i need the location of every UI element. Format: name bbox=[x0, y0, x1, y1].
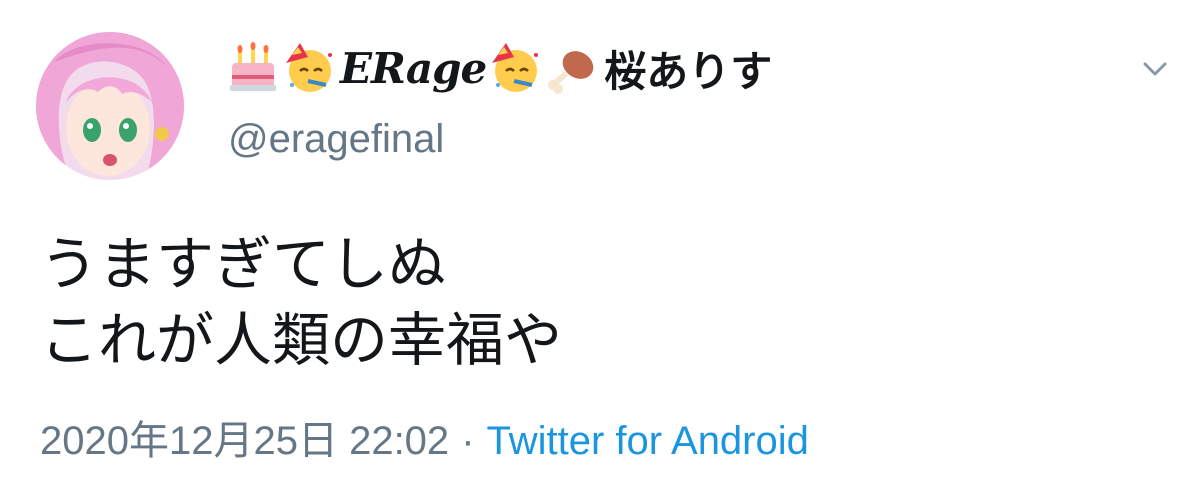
display-name-latin: ERage bbox=[340, 43, 487, 93]
display-name[interactable]: ERage 桜ありす bbox=[226, 40, 772, 96]
poultry-leg-icon bbox=[544, 41, 598, 95]
tweet-text-line: これが人類の幸福や bbox=[40, 306, 563, 374]
chevron-down-icon[interactable] bbox=[1140, 54, 1170, 84]
birthday-cake-icon bbox=[226, 41, 280, 95]
user-handle[interactable]: @eragefinal bbox=[228, 117, 444, 162]
partying-face-icon bbox=[282, 41, 336, 95]
tweet-meta: 2020年12月25日 22:02 · Twitter for Android bbox=[40, 408, 809, 466]
tweet-card: ERage 桜ありす @eragefinal うますぎてしぬ これが人類の幸福や… bbox=[0, 0, 1200, 493]
timestamp[interactable]: 2020年12月25日 22:02 bbox=[40, 419, 449, 463]
avatar[interactable] bbox=[36, 32, 184, 180]
meta-separator: · bbox=[461, 419, 475, 463]
source-link[interactable]: Twitter for Android bbox=[487, 419, 809, 463]
partying-face-icon bbox=[488, 41, 542, 95]
avatar-image bbox=[36, 32, 184, 180]
tweet-text-line: うますぎてしぬ bbox=[40, 230, 447, 298]
display-name-japanese: 桜ありす bbox=[604, 46, 773, 96]
tweet-text: うますぎてしぬ これが人類の幸福や bbox=[40, 226, 562, 378]
